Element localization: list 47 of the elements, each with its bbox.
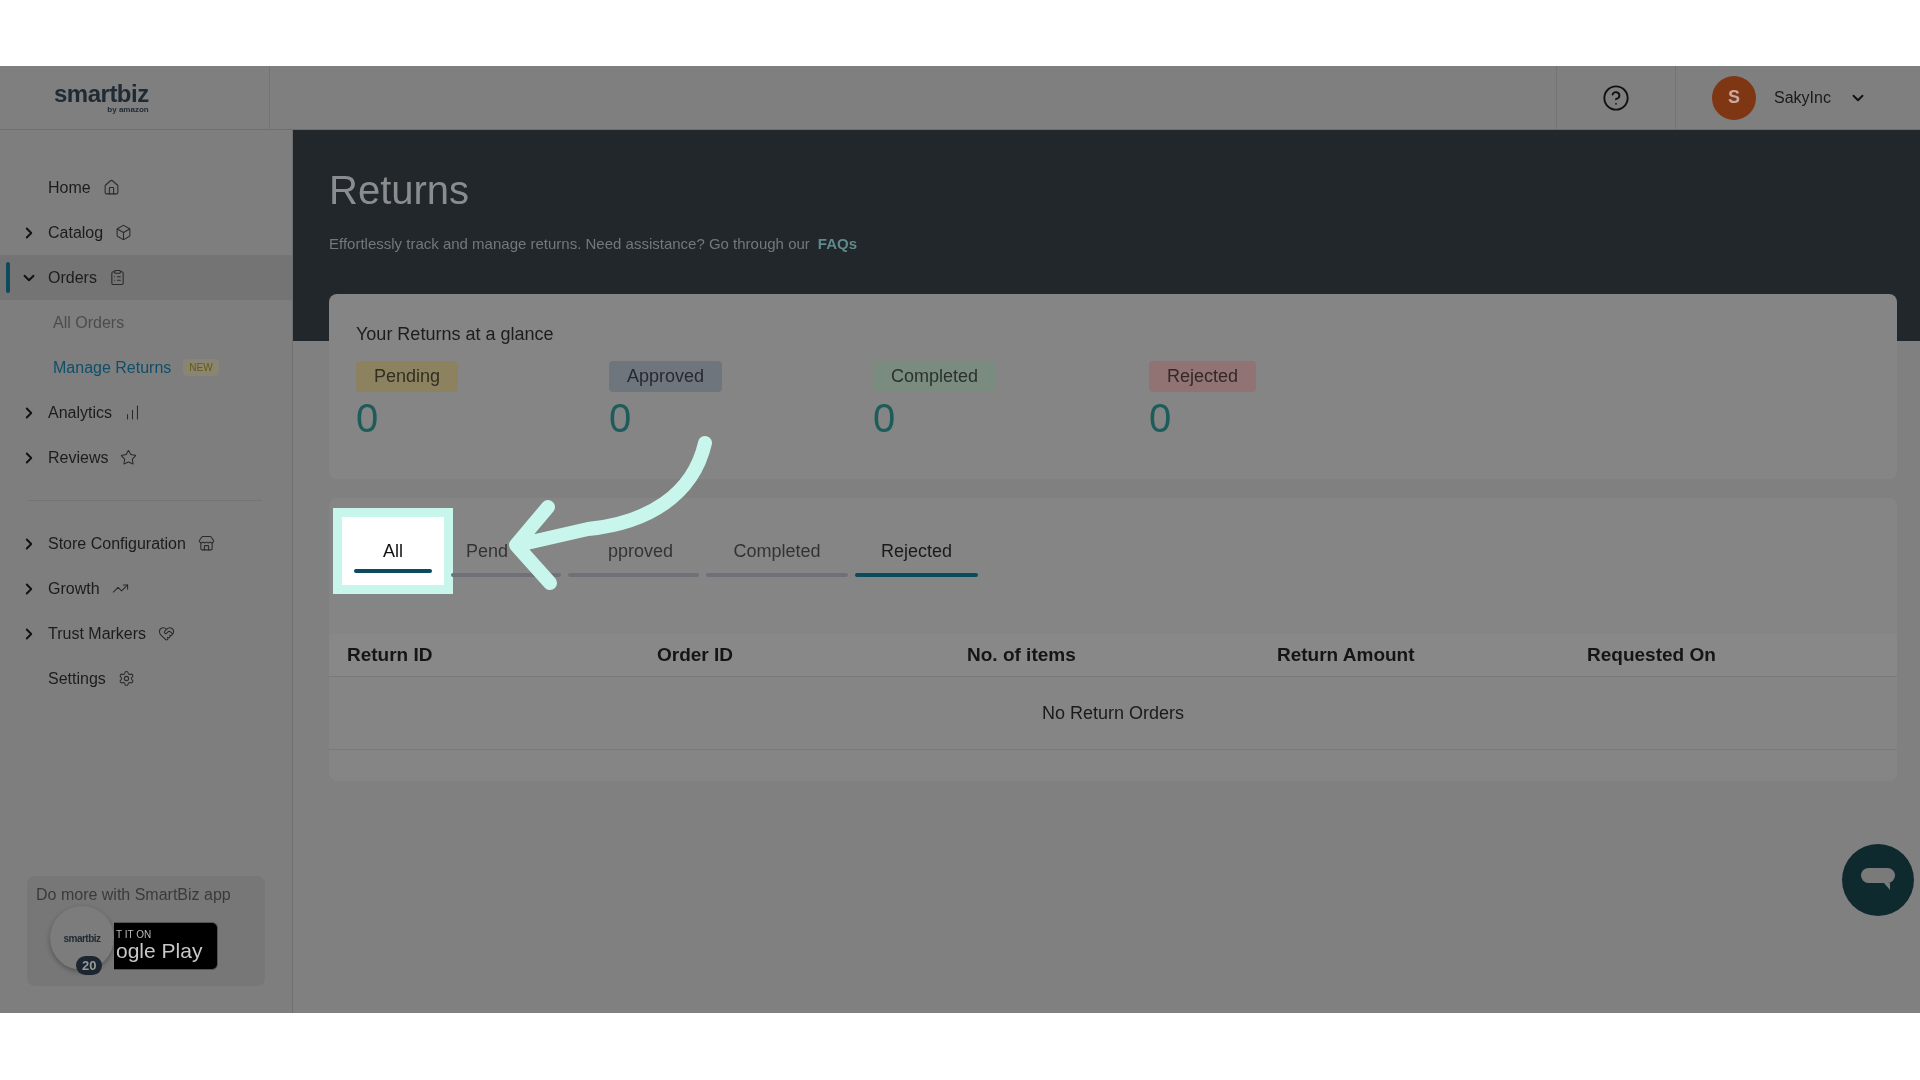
sidebar-item[interactable]: Settings [0, 656, 292, 701]
settings-icon [117, 670, 135, 687]
tab[interactable]: pproved [568, 525, 699, 577]
sidebar-item[interactable]: Orders [0, 255, 292, 300]
status-tag: Completed [873, 361, 997, 392]
column-header: Return Amount [1277, 644, 1416, 666]
store-icon [197, 535, 215, 552]
status-tag: Pending [356, 361, 459, 392]
help-icon[interactable] [1602, 83, 1630, 112]
tab[interactable]: Pend [451, 525, 561, 577]
home-icon [102, 179, 120, 196]
new-badge: NEW [183, 359, 219, 376]
stat-value: 0 [356, 396, 379, 441]
sidebar-item[interactable]: Growth [0, 566, 292, 611]
status-tag: Approved [609, 361, 723, 392]
sidebar-item[interactable]: Reviews [0, 435, 292, 480]
column-header: No. of items [967, 644, 1077, 666]
sidebar-item[interactable]: Trust Markers [0, 611, 292, 656]
count-badge: 20 [76, 956, 103, 975]
sidebar-item[interactable]: Home [0, 165, 292, 210]
box-icon [115, 224, 133, 241]
star-icon [120, 449, 138, 466]
faqs-link[interactable]: FAQs [817, 235, 857, 252]
card-title: Your Returns at a glance [356, 324, 554, 344]
clipboard-icon [108, 269, 126, 286]
page-subtitle: Effortlessly track and manage returns. Need assistance? Go through our FAQs [329, 235, 858, 252]
column-header: Requested On [1587, 644, 1717, 666]
stat-value: 0 [609, 396, 632, 441]
sidebar-item[interactable]: Catalog [0, 210, 292, 255]
column-header: Order ID [657, 644, 735, 666]
sidebar-item[interactable]: Analytics [0, 390, 292, 435]
column-header: Return ID [347, 644, 434, 666]
tab[interactable]: Completed [706, 525, 848, 577]
logo[interactable]: smartbiz by amazon [54, 81, 149, 114]
stat-value: 0 [873, 396, 896, 441]
stat-value: 0 [1149, 396, 1172, 441]
heart-handshake-icon [158, 625, 176, 642]
user-avatar[interactable]: S [1712, 75, 1756, 120]
tab[interactable]: Rejected [855, 525, 978, 577]
sidebar-subitem[interactable]: Manage Returns NEW [0, 345, 292, 390]
status-tag: Rejected [1149, 361, 1257, 392]
sidebar-item[interactable]: Store Configuration [0, 521, 292, 566]
google-play-badge[interactable]: T IT ON ogle Play [114, 922, 218, 970]
page-title: Returns [329, 168, 471, 213]
user-name[interactable]: SakyInc [1774, 88, 1831, 107]
empty-message: No Return Orders [1041, 702, 1185, 724]
promo-text: Do more with SmartBiz app [36, 886, 232, 904]
